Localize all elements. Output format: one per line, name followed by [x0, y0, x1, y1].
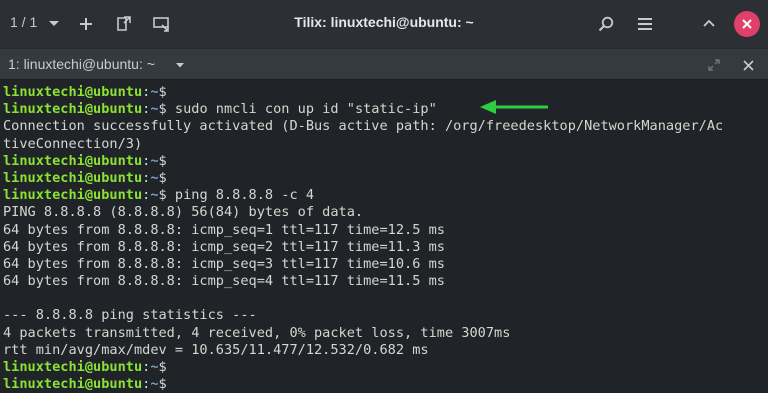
- prompt-path: ~: [150, 187, 159, 204]
- output-text: tiveConnection/3): [3, 135, 143, 152]
- output-line: tiveConnection/3): [3, 136, 768, 153]
- terminal-output[interactable]: linuxtechi@ubuntu:~$ linuxtechi@ubuntu:~$…: [0, 80, 768, 393]
- arrow-left-icon: [480, 100, 548, 114]
- prompt-path: ~: [150, 169, 159, 186]
- prompt-path: ~: [150, 152, 159, 169]
- prompt-symbol: $: [158, 152, 167, 169]
- prompt-line: linuxtechi@ubuntu:~$: [3, 359, 768, 376]
- output-text: 4 packets transmitted, 4 received, 0% pa…: [3, 324, 511, 341]
- search-icon[interactable]: [594, 12, 618, 36]
- prompt-line: linuxtechi@ubuntu:~$: [3, 170, 768, 187]
- prompt-user: linuxtechi@ubuntu: [3, 84, 143, 100]
- output-line: 64 bytes from 8.8.8.8: icmp_seq=3 ttl=11…: [3, 256, 768, 273]
- prompt-path: ~: [150, 84, 159, 100]
- output-text: 64 bytes from 8.8.8.8: icmp_seq=1 ttl=11…: [3, 221, 445, 238]
- prompt-user: linuxtechi@ubuntu: [3, 359, 143, 375]
- output-text: PING 8.8.8.8 (8.8.8.8) 56(84) bytes of d…: [3, 204, 364, 221]
- command-text: sudo nmcli con up id "static-ip": [166, 101, 437, 118]
- terminal-tab-bar: 1: linuxtechi@ubuntu: ~: [0, 48, 768, 80]
- close-icon[interactable]: [734, 11, 760, 37]
- prompt-line: linuxtechi@ubuntu:~$ sudo nmcli con up i…: [3, 101, 768, 118]
- output-line: 64 bytes from 8.8.8.8: icmp_seq=1 ttl=11…: [3, 222, 768, 239]
- output-text: rtt min/avg/max/mdev = 10.635/11.477/12.…: [3, 341, 429, 358]
- prompt-symbol: $: [158, 187, 167, 204]
- command-text: ping 8.8.8.8 -c 4: [166, 187, 315, 204]
- prompt-line: linuxtechi@ubuntu:~$ ping 8.8.8.8 -c 4: [3, 187, 768, 204]
- prompt-user: linuxtechi@ubuntu: [3, 376, 143, 393]
- close-icon[interactable]: [738, 55, 758, 75]
- output-line: 4 packets transmitted, 4 received, 0% pa…: [3, 325, 768, 342]
- output-text: 64 bytes from 8.8.8.8: icmp_seq=3 ttl=11…: [3, 255, 445, 272]
- prompt-user: linuxtechi@ubuntu: [3, 169, 143, 186]
- output-line: 64 bytes from 8.8.8.8: icmp_seq=2 ttl=11…: [3, 239, 768, 256]
- output-line: 64 bytes from 8.8.8.8: icmp_seq=4 ttl=11…: [3, 273, 768, 290]
- prompt-user: linuxtechi@ubuntu: [3, 152, 143, 169]
- chevron-down-icon[interactable]: [170, 55, 190, 75]
- minimize-icon[interactable]: [697, 12, 721, 36]
- output-line: PING 8.8.8.8 (8.8.8.8) 56(84) bytes of d…: [3, 204, 768, 221]
- hamburger-menu-icon[interactable]: [633, 12, 657, 36]
- output-line: --- 8.8.8.8 ping statistics ---: [3, 307, 768, 324]
- prompt-user: linuxtechi@ubuntu: [3, 187, 143, 204]
- prompt-line: linuxtechi@ubuntu:~$: [3, 376, 768, 393]
- output-text: Connection successfully activated (D-Bus…: [3, 118, 724, 135]
- prompt-line: linuxtechi@ubuntu:~$: [3, 153, 768, 170]
- terminal-tab-label[interactable]: 1: linuxtechi@ubuntu: ~: [8, 56, 155, 72]
- output-text: --- 8.8.8.8 ping statistics ---: [3, 307, 257, 324]
- prompt-symbol: $: [158, 169, 167, 186]
- prompt-symbol: $: [158, 84, 167, 100]
- output-line: Connection successfully activated (D-Bus…: [3, 118, 768, 135]
- prompt-symbol: $: [158, 359, 167, 375]
- prompt-path: ~: [150, 359, 159, 375]
- output-text: 64 bytes from 8.8.8.8: icmp_seq=2 ttl=11…: [3, 238, 445, 255]
- output-line: rtt min/avg/max/mdev = 10.635/11.477/12.…: [3, 342, 768, 359]
- prompt-symbol: $: [158, 101, 167, 118]
- prompt-user: linuxtechi@ubuntu: [3, 101, 143, 118]
- window-titlebar: 1 / 1 Tilix: linuxtechi@ubuntu: ~: [0, 0, 768, 48]
- prompt-line: linuxtechi@ubuntu:~$: [3, 84, 768, 101]
- prompt-symbol: $: [158, 376, 167, 393]
- prompt-path: ~: [150, 376, 159, 393]
- prompt-path: ~: [150, 101, 159, 118]
- output-text: 64 bytes from 8.8.8.8: icmp_seq=4 ttl=11…: [3, 273, 445, 290]
- maximize-icon[interactable]: [704, 55, 724, 75]
